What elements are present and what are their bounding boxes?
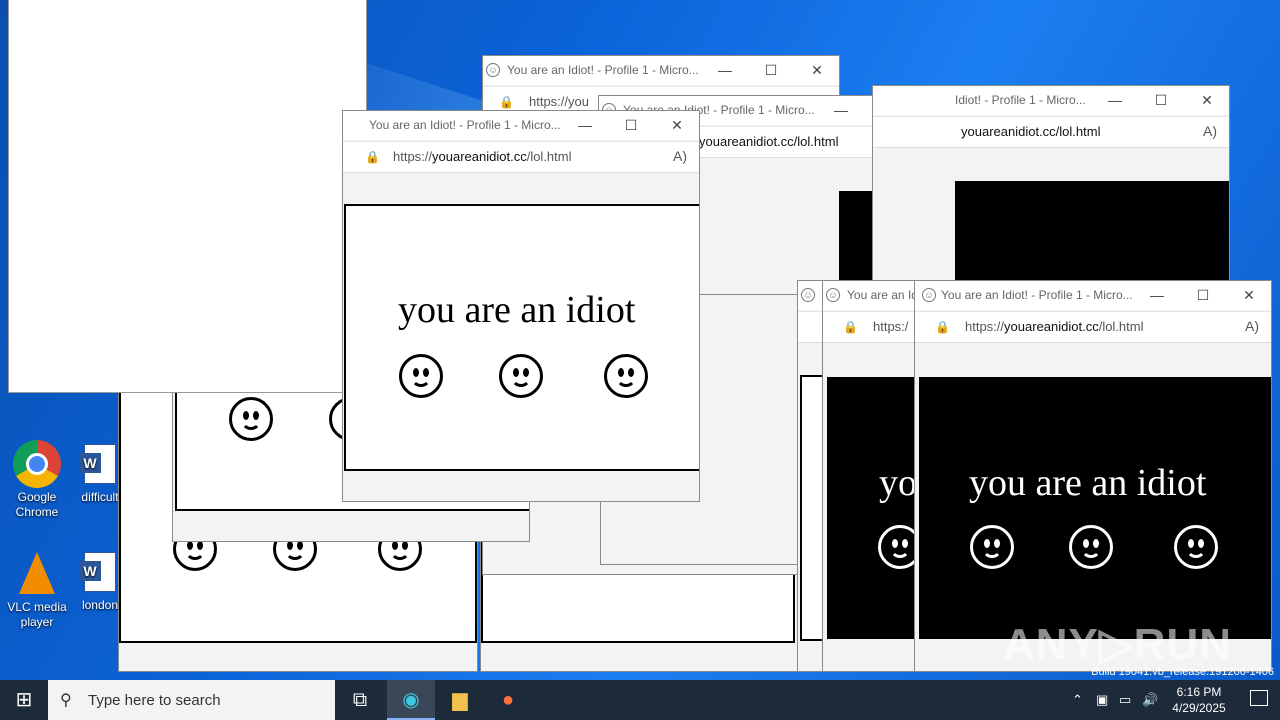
chrome-icon [13,440,61,488]
smiley-favicon-icon: ☺ [826,288,840,302]
address-bar[interactable]: 🔒 https://youareanidiot.cc/lol.html A) [915,311,1271,343]
url-text: youareanidiot.cc/lol.html [961,124,1101,139]
window-title: Idiot! - Profile 1 - Micro... [955,93,1086,107]
minimize-button[interactable]: — [1105,90,1125,110]
desktop-icon-label: difficult [81,490,119,504]
title-bar[interactable]: ☺ You are an Idiot! - Profile 1 - Micro.… [483,56,839,85]
address-bar[interactable]: youareanidiot.cc/lol.html A) [873,116,1229,148]
lock-icon: 🔒 [843,320,858,334]
maximize-button[interactable]: ☐ [1193,285,1213,305]
maximize-button[interactable]: ☐ [761,60,781,80]
url-text: https://youareanidiot.cc/lol.html [393,149,572,164]
browser-window-top-right[interactable]: Idiot! - Profile 1 - Micro... — ☐ ✕ youa… [872,85,1230,285]
clock[interactable]: 6:16 PM 4/29/2025 [1164,684,1234,716]
word-doc-icon: W [79,444,116,484]
clock-time: 6:16 PM [1176,685,1222,699]
volume-icon[interactable]: 🔊 [1142,680,1158,720]
minimize-button[interactable]: — [715,60,735,80]
url-prefix: https:// [965,319,1005,334]
url-domain: youareanidiot.cc [1004,319,1099,334]
address-bar[interactable]: 🔒 https://youareanidiot.cc/lol.html A) [343,141,699,173]
lock-icon: 🔒 [365,150,380,164]
smiley-icon [499,354,543,398]
browser-window-bottom-right-front[interactable]: ☺ You are an Idiot! - Profile 1 - Micro.… [914,280,1272,672]
idiot-message: yo [879,462,917,504]
close-button[interactable]: ✕ [1197,90,1217,110]
title-bar[interactable]: ☺ You are an Idiot! - Profile 1 - Micro.… [915,281,1271,310]
url-path: /lol.html [1098,319,1144,334]
minimize-button[interactable]: — [831,100,851,120]
anyrun-watermark: ANY▷RUN [1002,620,1232,669]
url-text: https://you [529,94,589,109]
desktop-icon-vlc[interactable]: VLC media player [2,550,72,630]
edge-icon: ◉ [402,689,420,711]
title-bar[interactable]: Idiot! - Profile 1 - Micro... — ☐ ✕ [873,86,1229,115]
url-text: https:/ [873,319,909,334]
task-view-button[interactable]: ⧉ [336,680,384,720]
clock-date: 4/29/2025 [1172,701,1226,715]
idiot-box [955,181,1229,284]
url-text: youareanidiot.cc/lol.html [699,134,839,149]
idiot-box: you are an idiot [344,204,699,471]
smiley-favicon-icon: ☺ [801,288,815,302]
firefox-icon: ● [501,689,515,711]
close-button[interactable]: ✕ [667,115,687,135]
smiley-favicon-icon: ☺ [922,288,936,302]
smiley-favicon-icon: ☺ [486,63,500,77]
minimize-button[interactable]: — [575,115,595,135]
window-title: You are an Idiot! - Profile 1 - Micro... [507,63,699,77]
close-button[interactable]: ✕ [1239,285,1259,305]
desktop-icon-label: london [81,598,119,612]
security-icon[interactable]: ▣ [1096,680,1108,720]
vlc-icon [19,552,55,594]
desktop-icon-label: Google Chrome [15,490,59,519]
title-bar[interactable]: You are an Idiot! - Profile 1 - Micro...… [343,111,699,140]
maximize-button[interactable]: ☐ [1151,90,1171,110]
search-placeholder: Type here to search [88,692,221,709]
window-title: You are an Id [847,288,918,302]
smiley-icon [1069,525,1113,569]
idiot-message: you are an idiot [398,289,636,331]
desktop-icon-chrome[interactable]: Google Chrome [2,440,72,520]
read-aloud-icon[interactable]: A) [1203,123,1217,139]
taskbar: ⊞ ⚲ Type here to search ⧉ ◉ ▆ ● ⌃ ▣ ▭ 🔊 … [0,680,1280,720]
search-box[interactable]: ⚲ Type here to search [48,680,335,720]
window-title: You are an Idiot! - Profile 1 - Micro... [941,288,1133,302]
idiot-message: you are an idiot [969,462,1207,504]
lock-icon: 🔒 [499,95,514,109]
close-button[interactable]: ✕ [807,60,827,80]
task-view-icon: ⧉ [352,689,368,711]
browser-window-front[interactable]: You are an Idiot! - Profile 1 - Micro...… [342,110,700,502]
lock-icon: 🔒 [935,320,950,334]
url-path: /lol.html [526,149,572,164]
smiley-icon [229,397,273,441]
windows-logo-icon: ⊞ [15,689,33,711]
taskbar-edge[interactable]: ◉ [387,680,435,720]
read-aloud-icon[interactable]: A) [1245,318,1259,334]
desktop-icon-label: VLC media player [7,600,67,629]
network-icon[interactable]: ▭ [1119,680,1131,720]
word-doc-icon: W [79,552,116,592]
read-aloud-icon[interactable]: A) [673,148,687,164]
smiley-icon [1174,525,1218,569]
notification-icon[interactable] [1250,690,1268,706]
folder-icon: ▆ [452,689,468,711]
smiley-icon [399,354,443,398]
maximize-button[interactable]: ☐ [621,115,641,135]
smiley-icon [604,354,648,398]
taskbar-firefox[interactable]: ● [484,680,532,720]
idiot-box: you are an idiot [919,377,1271,639]
taskbar-file-explorer[interactable]: ▆ [436,680,484,720]
url-domain: youareanidiot.cc [432,149,527,164]
start-button[interactable]: ⊞ [0,680,48,720]
chevron-up-icon[interactable]: ⌃ [1072,680,1083,720]
url-text: https://youareanidiot.cc/lol.html [965,319,1144,334]
minimize-button[interactable]: — [1147,285,1167,305]
url-prefix: https:// [393,149,433,164]
search-icon: ⚲ [60,692,72,709]
window-title: You are an Idiot! - Profile 1 - Micro... [369,118,561,132]
blank-window[interactable] [8,0,367,393]
build-info: Build 19041.vb_release.191206-1406 [1091,666,1274,678]
smiley-icon [970,525,1014,569]
